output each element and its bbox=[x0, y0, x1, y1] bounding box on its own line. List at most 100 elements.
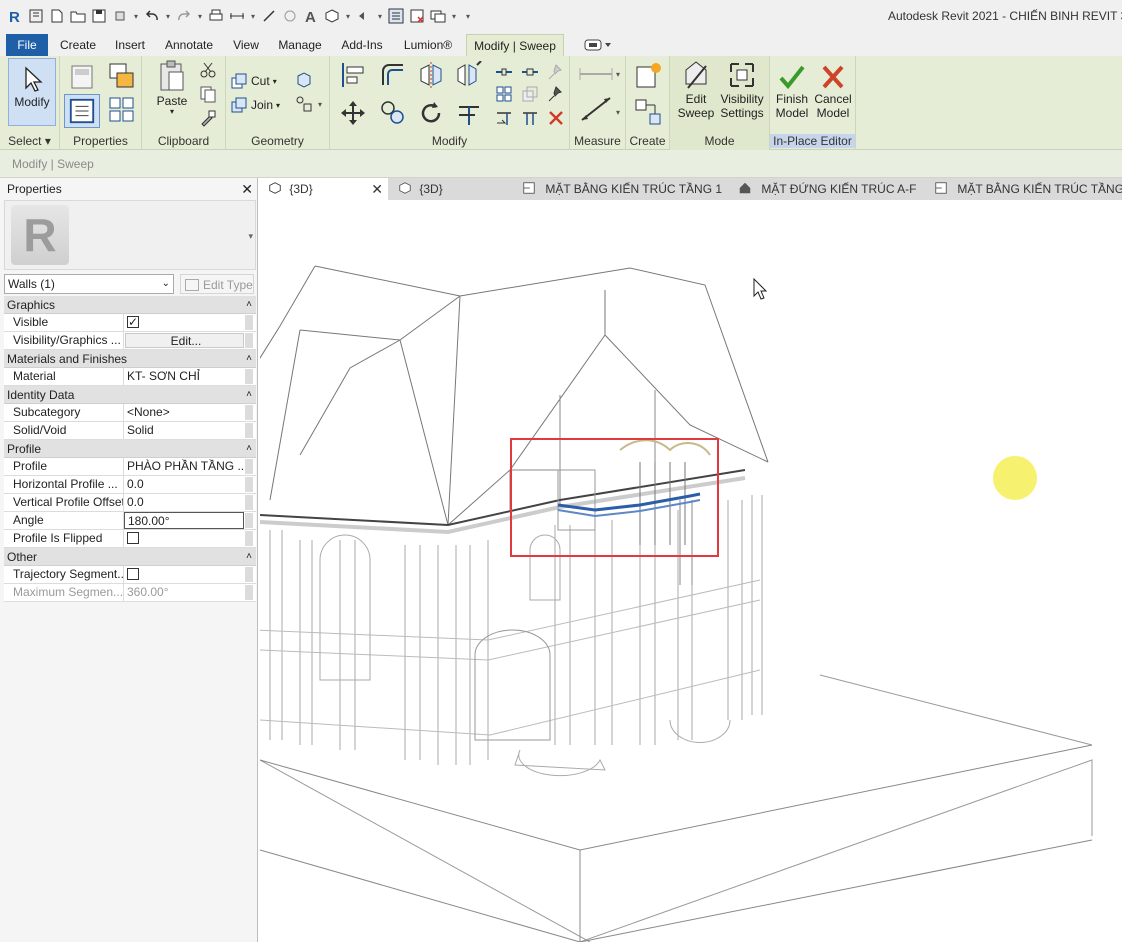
scrollbar-thumb[interactable] bbox=[245, 423, 253, 438]
scrollbar-thumb[interactable] bbox=[245, 531, 253, 546]
unpin-icon[interactable] bbox=[546, 62, 566, 82]
tab-lumion[interactable]: Lumion® bbox=[396, 34, 460, 56]
scrollbar-thumb[interactable] bbox=[245, 585, 253, 600]
family-types-icon[interactable] bbox=[106, 94, 138, 126]
view-tab-3d[interactable]: {3D} bbox=[394, 178, 514, 200]
property-value[interactable]: KT- SƠN CHỈ bbox=[124, 368, 256, 385]
visibility-settings-button[interactable]: Visibility Settings bbox=[716, 58, 768, 120]
customize-icon[interactable]: ▾ bbox=[461, 6, 475, 26]
tab-view[interactable]: View bbox=[226, 34, 266, 56]
align-icon[interactable] bbox=[338, 60, 368, 90]
close-icon[interactable]: ✕ bbox=[241, 178, 253, 200]
close-hidden-icon[interactable] bbox=[408, 6, 426, 26]
property-checkbox[interactable] bbox=[127, 568, 139, 580]
scrollbar-thumb[interactable] bbox=[245, 477, 253, 492]
select-panel-label[interactable]: Select ▾ bbox=[0, 134, 59, 148]
property-value[interactable]: 0.0 bbox=[124, 476, 256, 493]
trim-extend-icon[interactable] bbox=[454, 98, 484, 128]
tab-modify-sweep[interactable]: Modify | Sweep bbox=[466, 34, 564, 56]
property-value[interactable]: PHÀO PHẦN TẦNG ... bbox=[124, 458, 256, 475]
property-section-header[interactable]: Profile ˄ bbox=[4, 440, 256, 458]
geometry-more-dropdown-icon[interactable]: ▾ bbox=[316, 94, 324, 114]
array-icon[interactable] bbox=[494, 84, 514, 104]
mirror-draw-icon[interactable] bbox=[454, 60, 484, 90]
cut-scissors-icon[interactable] bbox=[198, 60, 218, 80]
section-icon[interactable] bbox=[355, 6, 373, 26]
type-properties-icon[interactable] bbox=[106, 60, 138, 92]
view-tab-elevation[interactable]: MẶT ĐỨNG KIẾN TRÚC A-F bbox=[738, 178, 928, 200]
tab-annotate[interactable]: Annotate bbox=[158, 34, 220, 56]
measure-icon[interactable] bbox=[228, 6, 246, 26]
view-tab-floor-plan-1[interactable]: MẶT BẰNG KIẾN TRÚC TẦNG 1 bbox=[522, 178, 726, 200]
tab-add-ins[interactable]: Add-Ins bbox=[334, 34, 390, 56]
revit-logo-icon[interactable]: R bbox=[6, 6, 24, 26]
property-value[interactable]: Edit... bbox=[125, 333, 244, 348]
family-properties-icon[interactable] bbox=[64, 94, 100, 128]
redo-icon[interactable] bbox=[175, 6, 193, 26]
save-icon[interactable] bbox=[90, 6, 108, 26]
create-similar-icon[interactable] bbox=[632, 60, 664, 92]
wall-joins-icon[interactable] bbox=[294, 70, 314, 90]
undo-icon[interactable] bbox=[143, 6, 161, 26]
sync-dropdown-icon[interactable]: ▾ bbox=[132, 6, 140, 26]
measure-dropdown-icon[interactable]: ▾ bbox=[249, 6, 257, 26]
edit-type-button[interactable]: Edit Type bbox=[180, 274, 254, 294]
thin-lines-icon[interactable] bbox=[387, 6, 405, 26]
scrollbar-thumb[interactable] bbox=[245, 513, 253, 528]
print-icon[interactable] bbox=[207, 6, 225, 26]
measure-dropdown-icon[interactable]: ▾ bbox=[614, 64, 622, 84]
rotate-icon[interactable] bbox=[416, 98, 446, 128]
cancel-model-button[interactable]: Cancel Model bbox=[812, 62, 854, 120]
join-geometry-button[interactable]: Join ▾ bbox=[230, 96, 280, 114]
property-checkbox[interactable] bbox=[127, 314, 139, 331]
property-value[interactable]: <None> bbox=[124, 404, 256, 421]
split-face-icon[interactable] bbox=[294, 94, 314, 114]
scrollbar-thumb[interactable] bbox=[245, 369, 253, 384]
scale-icon[interactable] bbox=[520, 84, 540, 104]
redo-dropdown-icon[interactable]: ▾ bbox=[196, 6, 204, 26]
pin-icon[interactable] bbox=[546, 84, 566, 104]
new-icon[interactable] bbox=[48, 6, 66, 26]
property-section-header[interactable]: Identity Data ˄ bbox=[4, 386, 256, 404]
property-value[interactable]: 0.0 bbox=[124, 494, 256, 511]
tab-file[interactable]: File bbox=[6, 34, 48, 56]
scrollbar-thumb[interactable] bbox=[245, 405, 253, 420]
3d-view-canvas[interactable] bbox=[260, 200, 1122, 942]
tab-insert[interactable]: Insert bbox=[108, 34, 152, 56]
create-group-icon[interactable] bbox=[632, 96, 664, 128]
scrollbar-thumb[interactable] bbox=[245, 459, 253, 474]
collapse-icon[interactable]: ˄ bbox=[246, 350, 252, 368]
undo-dropdown-icon[interactable]: ▾ bbox=[164, 6, 172, 26]
switch-windows-dropdown-icon[interactable]: ▾ bbox=[450, 6, 458, 26]
open-icon[interactable] bbox=[27, 6, 45, 26]
paste-button[interactable]: Paste ▾ bbox=[152, 60, 192, 116]
copy-icon[interactable] bbox=[198, 84, 218, 104]
collapse-icon[interactable]: ˄ bbox=[246, 296, 252, 314]
edit-sweep-button[interactable]: Edit Sweep bbox=[674, 58, 718, 120]
scrollbar-thumb[interactable] bbox=[245, 495, 253, 510]
finish-model-button[interactable]: Finish Model bbox=[772, 62, 812, 120]
collapse-icon[interactable]: ˄ bbox=[246, 548, 252, 566]
text-icon[interactable]: A bbox=[302, 6, 320, 26]
scrollbar-thumb[interactable] bbox=[245, 567, 253, 582]
type-preview[interactable]: R ▾ bbox=[4, 200, 256, 270]
dimension-dropdown-icon[interactable]: ▾ bbox=[614, 102, 622, 122]
trim-single-icon[interactable] bbox=[494, 108, 514, 128]
split-with-gap-icon[interactable] bbox=[520, 62, 540, 82]
measure-between-icon[interactable] bbox=[576, 64, 616, 84]
collapse-icon[interactable]: ˄ bbox=[246, 440, 252, 458]
contextual-tab-options-icon[interactable] bbox=[580, 34, 616, 56]
folder-icon[interactable] bbox=[69, 6, 87, 26]
property-section-header[interactable]: Other ˄ bbox=[4, 548, 256, 566]
cut-geometry-button[interactable]: Cut ▾ bbox=[230, 72, 277, 90]
properties-icon[interactable] bbox=[68, 62, 98, 92]
close-icon[interactable]: ✕ bbox=[371, 178, 383, 200]
property-value[interactable]: 180.00° bbox=[124, 512, 244, 529]
split-element-icon[interactable] bbox=[494, 62, 514, 82]
type-selector-dropdown[interactable]: Walls (1) ⌄ bbox=[4, 274, 174, 294]
move-icon[interactable] bbox=[338, 98, 368, 128]
scrollbar-thumb[interactable] bbox=[245, 315, 253, 330]
trim-multiple-icon[interactable] bbox=[520, 108, 540, 128]
view-tab-3d-active[interactable]: {3D} ✕ bbox=[260, 178, 388, 200]
3d-dropdown-icon[interactable]: ▾ bbox=[344, 6, 352, 26]
